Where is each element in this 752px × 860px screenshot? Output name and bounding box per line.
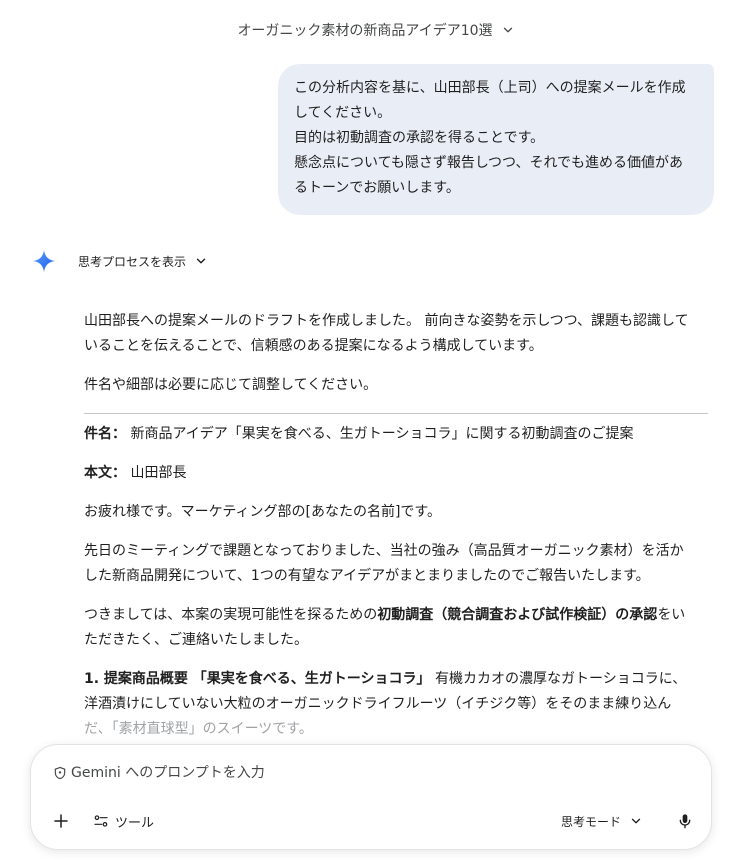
chevron-down-icon: [196, 258, 206, 264]
response-intro-line: いることを伝えることで、信頼感のある提案になるよう構成しています。: [84, 338, 543, 354]
gemini-spark-icon: [33, 250, 55, 272]
section-text-line: だ、「素材直球型」のスイーツです。: [84, 721, 313, 737]
email-greeting: お疲れ様です。マーケティング部の[あなたの名前]です。: [84, 504, 442, 520]
add-button[interactable]: [49, 809, 73, 833]
text-span: 有機カカオの濃厚なガトーショコラに、: [430, 671, 687, 687]
email-paragraph-line: 先日のミーティングで課題となっておりました、当社の強み（高品質オーガニック素材）…: [84, 543, 684, 559]
assistant-header: 思考プロセスを表示: [32, 248, 208, 274]
user-message-line: この分析内容を基に、山田部長（上司）への提案メールを作成: [294, 80, 686, 96]
email-body-header: 本文： 山田部長: [84, 461, 708, 486]
section-heading-line: 1. 提案商品概要 「果実を食べる、生ガトーショコラ」 有機カカオの濃厚なガトー…: [84, 667, 708, 692]
tools-label: ツール: [115, 815, 155, 831]
chevron-down-icon: [503, 27, 512, 33]
subject-label: 件名：: [84, 426, 126, 442]
tools-button[interactable]: ツール: [93, 809, 154, 833]
user-message-line: るトーンでお願いします。: [294, 180, 460, 196]
mode-label: 思考モード: [561, 814, 622, 829]
email-paragraph-line: した新商品開発について、1つの有望なアイデアがまとまりましたのでご報告いたします…: [84, 568, 650, 584]
conversation-title: オーガニック素材の新商品アイデア10選: [237, 23, 493, 39]
user-message-bubble: この分析内容を基に、山田部長（上司）への提案メールを作成 してください。 目的は…: [278, 64, 714, 215]
prompt-input[interactable]: [71, 765, 491, 781]
top-bar: オーガニック素材の新商品アイデア10選: [0, 0, 752, 60]
assistant-response: 山田部長への提案メールのドラフトを作成しました。 前向きな姿勢を示しつつ、課題も…: [84, 309, 708, 742]
email-paragraph-line: つきましては、本案の実現可能性を探るための初動調査（競合調査および試作検証）の承…: [84, 603, 708, 628]
body-recipient: 山田部長: [126, 465, 187, 481]
microphone-button[interactable]: [673, 809, 697, 833]
shield-icon: [54, 766, 66, 780]
divider: [84, 413, 708, 414]
text-span: をい: [657, 607, 686, 623]
mode-selector[interactable]: 思考モード: [561, 809, 643, 833]
show-thinking-label: 思考プロセスを表示: [78, 254, 187, 269]
user-message-line: 懸念点についても隠さず報告しつつ、それでも進める価値があ: [294, 155, 684, 171]
email-subject: 件名： 新商品アイデア「果実を食べる、生ガトーショコラ」に関する初動調査のご提案: [84, 422, 708, 447]
user-message-line: 目的は初動調査の承認を得ることです。: [294, 130, 545, 146]
plus-icon: [54, 814, 68, 828]
user-message-line: してください。: [294, 105, 392, 121]
conversation-title-dropdown[interactable]: オーガニック素材の新商品アイデア10選: [227, 14, 524, 46]
response-intro-line: 山田部長への提案メールのドラフトを作成しました。 前向きな姿勢を示しつつ、課題も…: [84, 313, 689, 329]
text-span: つきましては、本案の実現可能性を探るための: [84, 607, 378, 623]
tools-sliders-icon: [94, 815, 108, 827]
chevron-down-icon: [631, 818, 641, 824]
response-note: 件名や細部は必要に応じて調整してください。: [84, 377, 378, 393]
subject-text: 新商品アイデア「果実を食べる、生ガトーショコラ」に関する初動調査のご提案: [126, 426, 634, 442]
prompt-row: [53, 765, 491, 781]
microphone-icon: [679, 814, 691, 829]
section-heading: 1. 提案商品概要 「果実を食べる、生ガトーショコラ」: [84, 671, 431, 687]
section-text-line: 洋酒漬けにしていない大粒のオーガニックドライフルーツ（イチジク等）をそのまま練り…: [84, 696, 672, 712]
body-label: 本文：: [84, 465, 126, 481]
show-thinking-toggle[interactable]: 思考プロセスを表示: [78, 253, 208, 270]
prompt-composer: ツール 思考モード: [30, 744, 712, 850]
email-paragraph-line: ただきたく、ご連絡いたしました。: [84, 632, 308, 648]
bold-text-span: 初動調査（競合調査および試作検証）の承認: [377, 607, 658, 623]
